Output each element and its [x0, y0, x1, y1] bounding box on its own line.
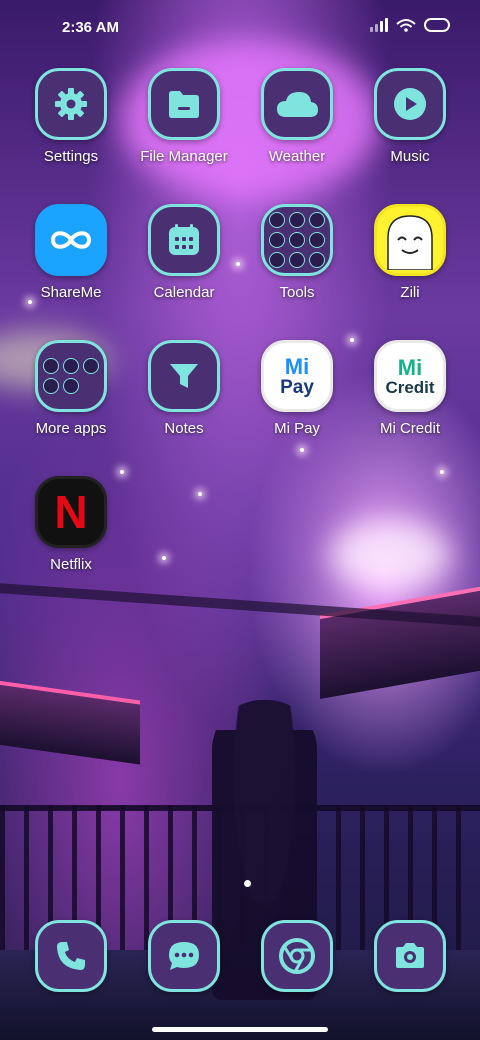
mini-app-icon [43, 378, 59, 394]
app-label: Music [390, 148, 430, 165]
wallpaper-glow [330, 520, 450, 590]
mi-pay-text: Pay [280, 376, 314, 398]
folder-mini-icons [43, 358, 99, 394]
signal-icon [370, 18, 388, 32]
mini-app-icon [269, 212, 285, 228]
app-notes[interactable]: Notes [134, 340, 234, 437]
pagoda-roof [0, 679, 140, 765]
dock-messaging[interactable] [134, 920, 234, 992]
app-label: Netflix [50, 556, 92, 573]
cloud-icon [261, 68, 333, 140]
app-label: Mi Pay [274, 420, 320, 437]
app-label: ShareMe [40, 284, 102, 301]
netflix-logo-text: N [54, 486, 88, 538]
zili-face-icon [374, 204, 446, 276]
battery-icon [424, 18, 450, 32]
app-label: Tools [279, 284, 315, 301]
mini-app-icon [63, 358, 79, 374]
app-mi-credit[interactable]: Mi Credit Mi Credit [360, 340, 460, 437]
mi-pay-mi-text: Mi [284, 353, 310, 379]
chat-bubble-icon [148, 920, 220, 992]
app-label: Settings [43, 148, 99, 165]
sparkle [120, 470, 124, 474]
sparkle [300, 448, 304, 452]
mi-pay-icon: Mi Pay [261, 340, 333, 412]
folder-preview [35, 340, 107, 412]
mi-credit-text: Credit [385, 377, 435, 397]
folder-icon [148, 68, 220, 140]
sparkle [162, 556, 166, 560]
app-netflix[interactable]: N Netflix [21, 476, 121, 573]
pagoda-roof [320, 585, 480, 699]
mini-app-icon [269, 252, 285, 268]
mini-app-icon [43, 358, 59, 374]
mini-app-icon [309, 252, 325, 268]
app-weather[interactable]: Weather [247, 68, 347, 165]
sparkle [236, 262, 240, 266]
app-file-manager[interactable]: File Manager [134, 68, 234, 165]
dock-phone[interactable] [21, 920, 121, 992]
dock-camera[interactable] [360, 920, 460, 992]
mini-app-icon [269, 232, 285, 248]
status-bar: 2:36 AM [0, 0, 480, 56]
folder-mini-icons [269, 212, 325, 268]
wifi-icon [396, 19, 416, 32]
play-icon [374, 68, 446, 140]
app-shareme[interactable]: ShareMe [21, 204, 121, 301]
app-zili[interactable]: Zili [360, 204, 460, 301]
mini-app-icon [309, 232, 325, 248]
status-time: 2:36 AM [62, 19, 119, 36]
mi-credit-mi-text: Mi [397, 354, 423, 380]
phone-icon [35, 920, 107, 992]
app-label: Mi Credit [379, 420, 440, 437]
app-calendar[interactable]: Calendar [134, 204, 234, 301]
home-indicator[interactable] [152, 1027, 328, 1032]
calendar-icon [148, 204, 220, 276]
gear-icon [35, 68, 107, 140]
app-label: Notes [164, 420, 204, 437]
funnel-icon [148, 340, 220, 412]
mi-credit-icon: Mi Credit [374, 340, 446, 412]
folder-preview [261, 204, 333, 276]
chrome-icon [261, 920, 333, 992]
folder-more-apps[interactable]: More apps [21, 340, 121, 437]
page-indicator [244, 880, 251, 887]
app-label: File Manager [140, 148, 228, 165]
app-music[interactable]: Music [360, 68, 460, 165]
sparkle [198, 492, 202, 496]
dock-browser[interactable] [247, 920, 347, 992]
app-mi-pay[interactable]: Mi Pay Mi Pay [247, 340, 347, 437]
sparkle [350, 338, 354, 342]
netflix-icon: N [35, 476, 107, 548]
camera-icon [374, 920, 446, 992]
status-icons [370, 18, 450, 32]
app-label: Zili [400, 284, 420, 301]
mini-app-icon [83, 358, 99, 374]
mini-app-icon [309, 212, 325, 228]
app-label: Weather [268, 148, 326, 165]
mini-app-icon [63, 378, 79, 394]
app-label: More apps [35, 420, 107, 437]
mini-app-icon [289, 232, 305, 248]
sparkle [440, 470, 444, 474]
folder-tools[interactable]: Tools [247, 204, 347, 301]
app-settings[interactable]: Settings [21, 68, 121, 165]
app-label: Calendar [153, 284, 215, 301]
mini-app-icon [289, 252, 305, 268]
mini-app-icon [289, 212, 305, 228]
infinity-icon [35, 204, 107, 276]
